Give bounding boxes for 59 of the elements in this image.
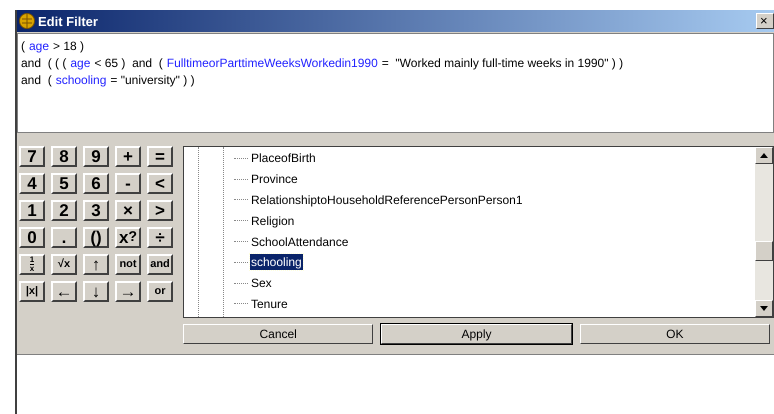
keypad-key[interactable]: 2 — [51, 200, 77, 221]
keypad-key[interactable]: () — [83, 227, 109, 248]
keypad-key[interactable]: ↑ — [83, 254, 109, 275]
keypad-key[interactable]: ← — [51, 281, 77, 302]
expression-text: ( — [21, 38, 25, 55]
tree-item[interactable]: RelationshiptoHouseholdReferencePersonPerson1 — [250, 192, 524, 208]
expression-text: > 18 ) — [53, 38, 84, 55]
keypad-key[interactable]: or — [147, 281, 173, 302]
keypad-key[interactable]: ↓ — [83, 281, 109, 302]
keypad-key[interactable]: 9 — [83, 146, 109, 167]
tree-item[interactable]: Sex — [250, 275, 273, 292]
keypad-key[interactable]: 7 — [19, 146, 45, 167]
keypad-key[interactable]: → — [115, 281, 141, 302]
tree-item[interactable]: Religion — [250, 212, 296, 229]
tree-item[interactable]: schooling — [250, 254, 303, 270]
keypad-key[interactable]: and — [147, 254, 173, 275]
dialog-button[interactable]: Cancel — [183, 324, 374, 344]
tree-item[interactable]: PlaceofBirth — [250, 150, 317, 166]
keypad-key[interactable]: 4 — [19, 173, 45, 194]
keypad-key[interactable]: 8 — [51, 146, 77, 167]
keypad-key[interactable]: > — [147, 200, 173, 221]
reciprocal-key[interactable]: 1 x — [19, 254, 45, 275]
keypad-key[interactable]: . — [51, 227, 77, 248]
expression-text: and ( ( ( — [21, 55, 66, 72]
dialog-button[interactable]: Apply — [381, 324, 572, 344]
keypad-key[interactable]: + — [115, 146, 141, 167]
tree-item[interactable]: Province — [250, 171, 299, 188]
dialog-button[interactable]: OK — [580, 324, 770, 344]
keypad-key[interactable]: ÷ — [147, 227, 173, 248]
keypad-key[interactable]: 3 — [83, 200, 109, 221]
keypad-key[interactable]: not — [115, 254, 141, 275]
field-name: schooling — [56, 72, 106, 89]
keypad-key[interactable]: × — [115, 200, 141, 221]
keypad-key[interactable]: = — [147, 146, 173, 167]
expression-text: = "Worked mainly full-time weeks in 1990" ) ) — [382, 55, 624, 72]
tree-item[interactable]: Tenure — [250, 296, 289, 312]
keypad-key[interactable]: |x| — [19, 281, 45, 302]
field-name: age — [70, 55, 90, 72]
tree-item[interactable]: SchoolAttendance — [250, 234, 350, 250]
expression-text: < 65 ) and ( — [94, 55, 163, 72]
keypad-key[interactable]: 5 — [51, 173, 77, 194]
window-title: Edit Filter — [38, 14, 99, 28]
scrollbar[interactable] — [755, 147, 773, 317]
scroll-up-icon[interactable] — [755, 147, 773, 164]
scroll-thumb[interactable] — [755, 241, 773, 261]
keypad-key[interactable]: 0 — [19, 227, 45, 248]
keypad-key[interactable]: 1 — [19, 200, 45, 221]
keypad-key[interactable]: - — [115, 173, 141, 194]
close-button[interactable]: × — [756, 13, 774, 29]
expression-text: = "university" ) ) — [110, 72, 195, 89]
keypad-key[interactable]: √x — [51, 254, 77, 275]
scroll-down-icon[interactable] — [755, 300, 773, 317]
keypad-key[interactable]: 6 — [83, 173, 109, 194]
expression-text: and ( — [21, 72, 52, 89]
field-name: FulltimeorParttimeWeeksWorkedin1990 — [166, 55, 378, 72]
keypad-key[interactable]: < — [147, 173, 173, 194]
expression-editor[interactable]: ( age > 18 ) and ( ( ( age < 65 ) and ( FulltimeorParttimeWeeksWorkedin1990 = "Worked mainly full-time weeks in 1990" ) ) and ( schooling = "university" ) ) — [17, 33, 774, 133]
globe-icon — [19, 13, 35, 29]
field-name: age — [29, 38, 50, 55]
